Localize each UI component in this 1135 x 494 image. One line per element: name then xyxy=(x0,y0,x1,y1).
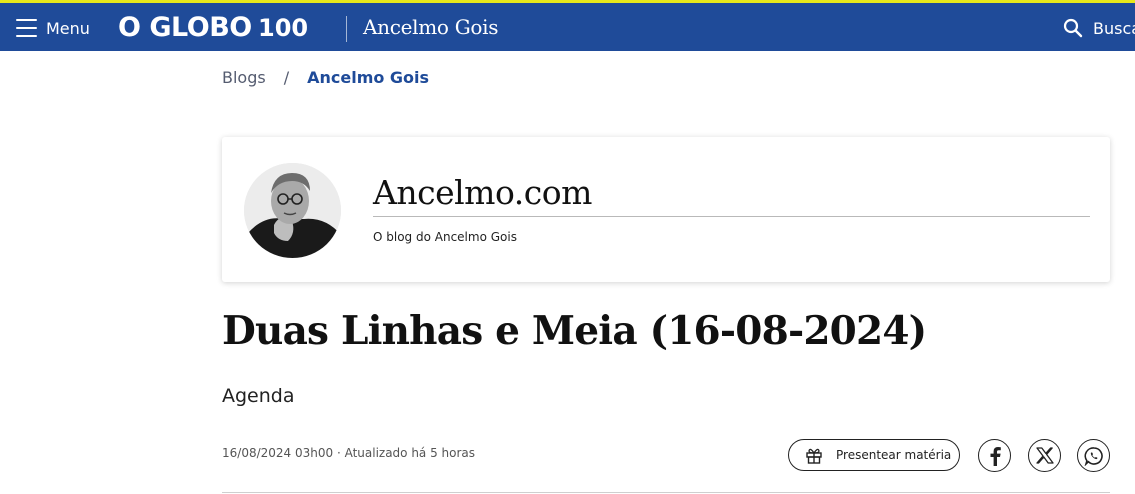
search-button[interactable]: Busca xyxy=(1063,18,1135,38)
x-icon xyxy=(1035,447,1054,464)
breadcrumb-blogs[interactable]: Blogs xyxy=(222,68,266,87)
article-headline: Duas Linhas e Meia (16-08-2024) xyxy=(222,308,927,354)
share-x-button[interactable] xyxy=(1028,439,1061,472)
facebook-icon xyxy=(990,446,1001,466)
hamburger-icon xyxy=(16,19,37,37)
menu-label: Menu xyxy=(46,18,90,38)
article-subtitle: Agenda xyxy=(222,385,295,407)
menu-button[interactable]: Menu xyxy=(16,15,90,41)
gift-article-button[interactable]: Presentear matéria xyxy=(788,439,960,471)
blog-card: Ancelmo.com O blog do Ancelmo Gois xyxy=(222,137,1110,282)
search-label: Busca xyxy=(1093,18,1135,38)
logo-text: O GLOBO xyxy=(118,11,252,43)
search-icon xyxy=(1063,18,1083,38)
content-divider xyxy=(222,492,1110,493)
share-facebook-button[interactable] xyxy=(978,439,1011,472)
share-whatsapp-button[interactable] xyxy=(1077,439,1110,472)
breadcrumb: Blogs / Ancelmo Gois xyxy=(222,68,429,87)
article-meta: 16/08/2024 03h00 · Atualizado há 5 horas xyxy=(222,446,476,460)
whatsapp-icon xyxy=(1083,446,1103,466)
logo-100-badge: 100 xyxy=(258,14,314,40)
header-divider xyxy=(346,16,347,42)
author-avatar[interactable] xyxy=(244,163,341,258)
gift-article-label: Presentear matéria xyxy=(836,448,952,462)
blog-subtitle: O blog do Ancelmo Gois xyxy=(373,230,517,244)
blog-title-divider xyxy=(373,216,1090,217)
breadcrumb-separator: / xyxy=(283,68,290,87)
section-title[interactable]: Ancelmo Gois xyxy=(363,15,499,39)
svg-text:100: 100 xyxy=(258,14,308,40)
breadcrumb-ancelmo-gois[interactable]: Ancelmo Gois xyxy=(307,68,429,87)
o-globo-logo[interactable]: O GLOBO 100 xyxy=(118,11,314,43)
gift-icon xyxy=(806,448,822,464)
blog-title[interactable]: Ancelmo.com xyxy=(373,173,592,212)
top-bar: Menu O GLOBO 100 Ancelmo Gois Busca xyxy=(0,0,1135,51)
